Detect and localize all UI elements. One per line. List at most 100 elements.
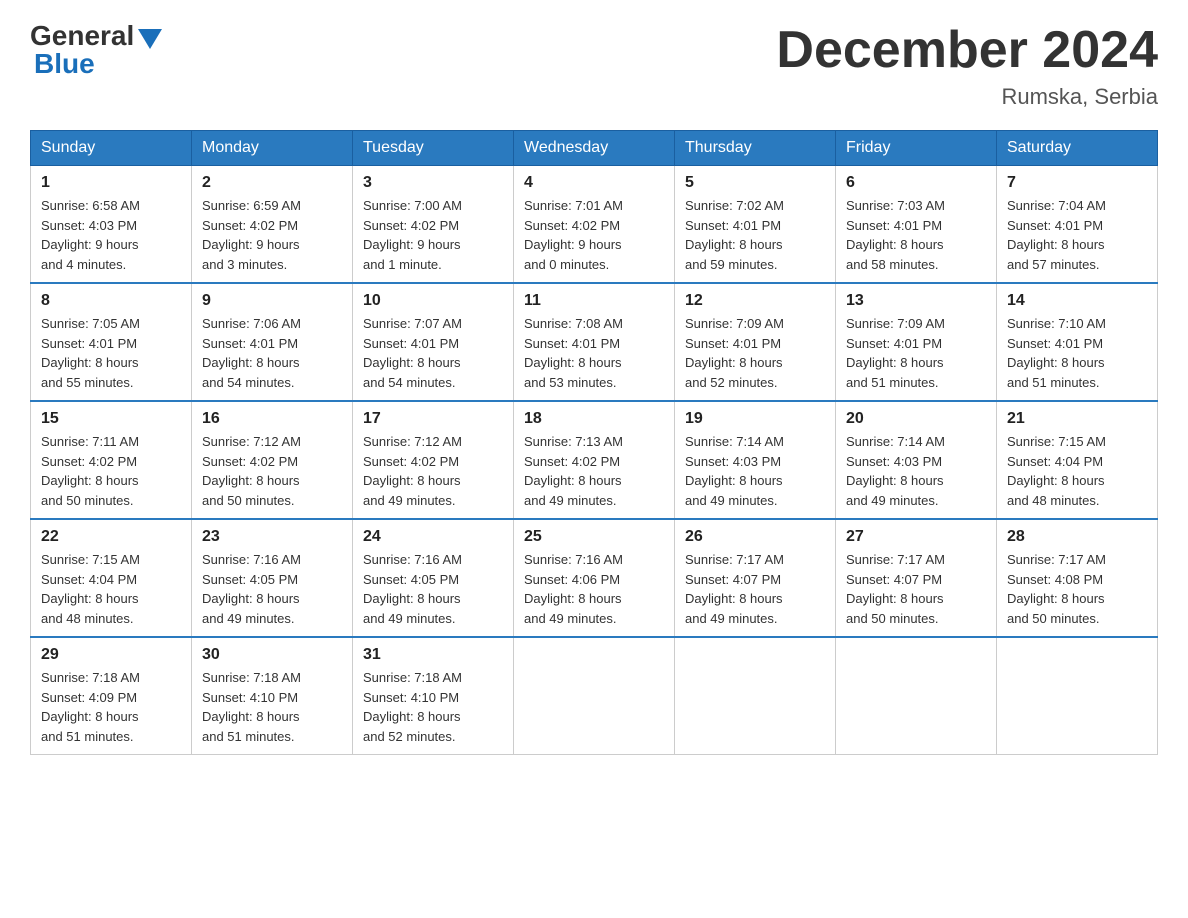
- table-row: 14 Sunrise: 7:10 AMSunset: 4:01 PMDaylig…: [997, 283, 1158, 401]
- table-row: 9 Sunrise: 7:06 AMSunset: 4:01 PMDayligh…: [192, 283, 353, 401]
- cell-info: Sunrise: 7:09 AMSunset: 4:01 PMDaylight:…: [846, 314, 986, 392]
- table-row: 6 Sunrise: 7:03 AMSunset: 4:01 PMDayligh…: [836, 166, 997, 284]
- cell-info: Sunrise: 7:18 AMSunset: 4:10 PMDaylight:…: [202, 668, 342, 746]
- calendar-week-row: 1 Sunrise: 6:58 AMSunset: 4:03 PMDayligh…: [31, 166, 1158, 284]
- cell-day-number: 29: [41, 646, 181, 664]
- cell-info: Sunrise: 7:16 AMSunset: 4:05 PMDaylight:…: [202, 550, 342, 628]
- cell-info: Sunrise: 6:58 AMSunset: 4:03 PMDaylight:…: [41, 196, 181, 274]
- table-row: 15 Sunrise: 7:11 AMSunset: 4:02 PMDaylig…: [31, 401, 192, 519]
- table-row: 5 Sunrise: 7:02 AMSunset: 4:01 PMDayligh…: [675, 166, 836, 284]
- col-saturday: Saturday: [997, 131, 1158, 166]
- col-friday: Friday: [836, 131, 997, 166]
- cell-day-number: 28: [1007, 528, 1147, 546]
- cell-day-number: 23: [202, 528, 342, 546]
- col-thursday: Thursday: [675, 131, 836, 166]
- cell-day-number: 7: [1007, 174, 1147, 192]
- calendar-week-row: 22 Sunrise: 7:15 AMSunset: 4:04 PMDaylig…: [31, 519, 1158, 637]
- table-row: 26 Sunrise: 7:17 AMSunset: 4:07 PMDaylig…: [675, 519, 836, 637]
- cell-day-number: 17: [363, 410, 503, 428]
- calendar-subtitle: Rumska, Serbia: [776, 84, 1158, 110]
- cell-day-number: 10: [363, 292, 503, 310]
- col-tuesday: Tuesday: [353, 131, 514, 166]
- cell-day-number: 1: [41, 174, 181, 192]
- cell-info: Sunrise: 7:18 AMSunset: 4:09 PMDaylight:…: [41, 668, 181, 746]
- cell-info: Sunrise: 7:17 AMSunset: 4:08 PMDaylight:…: [1007, 550, 1147, 628]
- cell-day-number: 26: [685, 528, 825, 546]
- cell-day-number: 18: [524, 410, 664, 428]
- cell-info: Sunrise: 7:05 AMSunset: 4:01 PMDaylight:…: [41, 314, 181, 392]
- table-row: [675, 637, 836, 755]
- table-row: 19 Sunrise: 7:14 AMSunset: 4:03 PMDaylig…: [675, 401, 836, 519]
- table-row: 12 Sunrise: 7:09 AMSunset: 4:01 PMDaylig…: [675, 283, 836, 401]
- cell-day-number: 22: [41, 528, 181, 546]
- cell-day-number: 2: [202, 174, 342, 192]
- cell-info: Sunrise: 7:14 AMSunset: 4:03 PMDaylight:…: [685, 432, 825, 510]
- cell-info: Sunrise: 7:15 AMSunset: 4:04 PMDaylight:…: [41, 550, 181, 628]
- logo-blue-text: Blue: [30, 48, 95, 80]
- calendar-week-row: 29 Sunrise: 7:18 AMSunset: 4:09 PMDaylig…: [31, 637, 1158, 755]
- title-section: December 2024 Rumska, Serbia: [776, 20, 1158, 110]
- cell-day-number: 27: [846, 528, 986, 546]
- cell-info: Sunrise: 7:03 AMSunset: 4:01 PMDaylight:…: [846, 196, 986, 274]
- calendar-table: Sunday Monday Tuesday Wednesday Thursday…: [30, 130, 1158, 755]
- table-row: [836, 637, 997, 755]
- cell-day-number: 31: [363, 646, 503, 664]
- col-monday: Monday: [192, 131, 353, 166]
- cell-day-number: 20: [846, 410, 986, 428]
- cell-info: Sunrise: 7:07 AMSunset: 4:01 PMDaylight:…: [363, 314, 503, 392]
- table-row: 17 Sunrise: 7:12 AMSunset: 4:02 PMDaylig…: [353, 401, 514, 519]
- calendar-title: December 2024: [776, 20, 1158, 80]
- table-row: 24 Sunrise: 7:16 AMSunset: 4:05 PMDaylig…: [353, 519, 514, 637]
- cell-day-number: 24: [363, 528, 503, 546]
- cell-info: Sunrise: 7:14 AMSunset: 4:03 PMDaylight:…: [846, 432, 986, 510]
- cell-info: Sunrise: 6:59 AMSunset: 4:02 PMDaylight:…: [202, 196, 342, 274]
- cell-day-number: 21: [1007, 410, 1147, 428]
- logo: General Blue: [30, 20, 162, 80]
- cell-day-number: 3: [363, 174, 503, 192]
- page-header: General Blue December 2024 Rumska, Serbi…: [30, 20, 1158, 110]
- calendar-week-row: 8 Sunrise: 7:05 AMSunset: 4:01 PMDayligh…: [31, 283, 1158, 401]
- cell-day-number: 15: [41, 410, 181, 428]
- cell-day-number: 16: [202, 410, 342, 428]
- cell-day-number: 30: [202, 646, 342, 664]
- cell-day-number: 12: [685, 292, 825, 310]
- calendar-header-row: Sunday Monday Tuesday Wednesday Thursday…: [31, 131, 1158, 166]
- cell-day-number: 11: [524, 292, 664, 310]
- cell-day-number: 19: [685, 410, 825, 428]
- table-row: 22 Sunrise: 7:15 AMSunset: 4:04 PMDaylig…: [31, 519, 192, 637]
- table-row: 18 Sunrise: 7:13 AMSunset: 4:02 PMDaylig…: [514, 401, 675, 519]
- cell-day-number: 9: [202, 292, 342, 310]
- table-row: 7 Sunrise: 7:04 AMSunset: 4:01 PMDayligh…: [997, 166, 1158, 284]
- table-row: 4 Sunrise: 7:01 AMSunset: 4:02 PMDayligh…: [514, 166, 675, 284]
- table-row: 28 Sunrise: 7:17 AMSunset: 4:08 PMDaylig…: [997, 519, 1158, 637]
- calendar-week-row: 15 Sunrise: 7:11 AMSunset: 4:02 PMDaylig…: [31, 401, 1158, 519]
- table-row: 20 Sunrise: 7:14 AMSunset: 4:03 PMDaylig…: [836, 401, 997, 519]
- cell-info: Sunrise: 7:12 AMSunset: 4:02 PMDaylight:…: [202, 432, 342, 510]
- cell-info: Sunrise: 7:15 AMSunset: 4:04 PMDaylight:…: [1007, 432, 1147, 510]
- cell-day-number: 5: [685, 174, 825, 192]
- cell-day-number: 6: [846, 174, 986, 192]
- table-row: 30 Sunrise: 7:18 AMSunset: 4:10 PMDaylig…: [192, 637, 353, 755]
- table-row: 25 Sunrise: 7:16 AMSunset: 4:06 PMDaylig…: [514, 519, 675, 637]
- table-row: [514, 637, 675, 755]
- table-row: [997, 637, 1158, 755]
- cell-info: Sunrise: 7:18 AMSunset: 4:10 PMDaylight:…: [363, 668, 503, 746]
- col-sunday: Sunday: [31, 131, 192, 166]
- cell-info: Sunrise: 7:08 AMSunset: 4:01 PMDaylight:…: [524, 314, 664, 392]
- cell-info: Sunrise: 7:02 AMSunset: 4:01 PMDaylight:…: [685, 196, 825, 274]
- cell-day-number: 25: [524, 528, 664, 546]
- table-row: 13 Sunrise: 7:09 AMSunset: 4:01 PMDaylig…: [836, 283, 997, 401]
- cell-info: Sunrise: 7:10 AMSunset: 4:01 PMDaylight:…: [1007, 314, 1147, 392]
- table-row: 11 Sunrise: 7:08 AMSunset: 4:01 PMDaylig…: [514, 283, 675, 401]
- table-row: 16 Sunrise: 7:12 AMSunset: 4:02 PMDaylig…: [192, 401, 353, 519]
- cell-day-number: 4: [524, 174, 664, 192]
- table-row: 29 Sunrise: 7:18 AMSunset: 4:09 PMDaylig…: [31, 637, 192, 755]
- table-row: 27 Sunrise: 7:17 AMSunset: 4:07 PMDaylig…: [836, 519, 997, 637]
- logo-triangle-icon: [138, 29, 162, 49]
- cell-info: Sunrise: 7:11 AMSunset: 4:02 PMDaylight:…: [41, 432, 181, 510]
- table-row: 21 Sunrise: 7:15 AMSunset: 4:04 PMDaylig…: [997, 401, 1158, 519]
- cell-info: Sunrise: 7:17 AMSunset: 4:07 PMDaylight:…: [846, 550, 986, 628]
- table-row: 2 Sunrise: 6:59 AMSunset: 4:02 PMDayligh…: [192, 166, 353, 284]
- cell-info: Sunrise: 7:09 AMSunset: 4:01 PMDaylight:…: [685, 314, 825, 392]
- table-row: 8 Sunrise: 7:05 AMSunset: 4:01 PMDayligh…: [31, 283, 192, 401]
